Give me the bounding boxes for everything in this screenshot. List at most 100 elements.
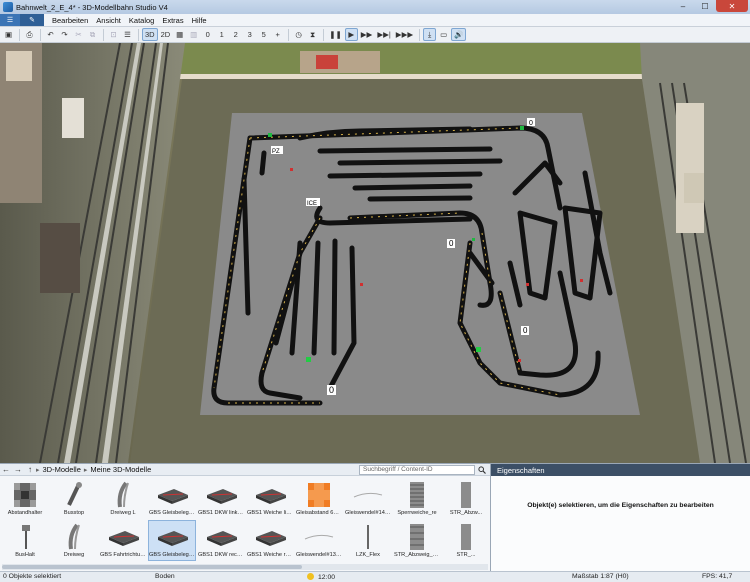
align-button[interactable]: ⊡ <box>107 28 120 41</box>
speed-3-button[interactable]: 3 <box>243 28 256 41</box>
right-house <box>684 173 704 203</box>
left-building-window <box>6 51 32 81</box>
menu-hilfe[interactable]: Hilfe <box>188 16 211 25</box>
speed-2-button[interactable]: 2 <box>229 28 242 41</box>
speed-5-button[interactable]: 5 <box>257 28 270 41</box>
layers-button[interactable]: ▥ <box>187 28 200 41</box>
distant-roof <box>316 55 338 69</box>
properties-message: Objekt(e) selektieren, um die Eigenschaf… <box>527 502 714 509</box>
gbs-plate-icon <box>250 523 290 551</box>
distant-buildings <box>300 51 380 73</box>
view-3d-button[interactable]: 3D <box>142 28 158 41</box>
catalog-item-label: BusHalt <box>15 552 35 558</box>
up-arrow-icon[interactable]: ↑ <box>24 465 36 474</box>
catalog-item[interactable]: Gleiswendel#143... <box>345 479 391 518</box>
timer-icon[interactable]: ⧗ <box>306 28 319 41</box>
undo-button[interactable]: ↶ <box>44 28 57 41</box>
catalog-item-label: STR_Abzw... <box>449 510 483 516</box>
print-button[interactable]: ⎙ <box>23 28 36 41</box>
save-button[interactable]: ▣ <box>2 28 15 41</box>
breadcrumb-meine-3d-modelle[interactable]: Meine 3D-Modelle <box>87 465 154 474</box>
edit-mode-button[interactable]: ✎ <box>20 14 44 26</box>
fastest-button[interactable]: ▶▶▶ <box>394 28 415 41</box>
back-arrow-icon[interactable]: ← <box>0 465 12 474</box>
catalog-item[interactable]: Gleisabstand 61,88 <box>296 479 342 518</box>
app-icon <box>3 2 13 12</box>
catalog-item[interactable]: GBS Fahrtrichtung <box>100 521 146 560</box>
label-zero: 0 <box>329 385 334 395</box>
play-button[interactable]: ▶ <box>344 28 358 41</box>
search-input[interactable]: Suchbegriff / Content-ID <box>359 464 475 475</box>
clock-icon[interactable]: ◷ <box>292 28 305 41</box>
speed-1-button[interactable]: 1 <box>215 28 228 41</box>
grid-button[interactable]: ▦ <box>173 28 186 41</box>
catalog-item[interactable]: Dreiweg <box>51 521 97 560</box>
copy-button[interactable]: ⧉ <box>86 28 99 41</box>
pause-button[interactable]: ❚❚ <box>327 28 344 41</box>
catalog-item[interactable]: Abstandhalter <box>2 479 48 518</box>
catalog-item[interactable]: BusHalt <box>2 521 48 560</box>
catalog-item[interactable]: Dreiweg L <box>100 479 146 518</box>
layout-scene[interactable]: PZ ICE 0 0 0 0 <box>0 43 750 463</box>
menu-bearbeiten[interactable]: Bearbeiten <box>48 16 92 25</box>
speed-0-button[interactable]: 0 <box>201 28 214 41</box>
status-bar: 0 Objekte selektiert Boden 12:00 Maßstab… <box>0 571 750 582</box>
3d-viewport[interactable]: PZ ICE 0 0 0 0 <box>0 43 750 463</box>
catalog-item[interactable]: LZK_Flex <box>345 521 391 560</box>
cut-button[interactable]: ✂ <box>72 28 85 41</box>
catalog-item[interactable]: Busstop <box>51 479 97 518</box>
catalog-item[interactable]: Sperrweiche_re <box>394 479 440 518</box>
ground-status: Boden <box>155 573 175 580</box>
curve-track-icon <box>103 481 143 509</box>
catalog-item[interactable]: GBS Gleisbelegu... <box>149 479 195 518</box>
catalog-item-label: LZK_Flex <box>356 552 380 558</box>
download-button[interactable]: ⤓ <box>423 28 437 41</box>
sound-button[interactable]: 🔊 <box>451 28 467 41</box>
app-menu-button[interactable]: ☰ <box>0 14 20 26</box>
maximize-button[interactable]: ☐ <box>694 0 716 12</box>
label-zero: 0 <box>529 120 533 127</box>
view-2d-button[interactable]: 2D <box>159 28 173 41</box>
label-zero: 0 <box>449 239 454 248</box>
menu-extras[interactable]: Extras <box>158 16 187 25</box>
orange-cross-icon <box>299 481 339 509</box>
catalog-item[interactable]: GBS1 Weiche lin... <box>247 479 293 518</box>
menu-katalog[interactable]: Katalog <box>125 16 158 25</box>
breadcrumb-3d-modelle[interactable]: 3D-Modelle <box>40 465 84 474</box>
faster-button[interactable]: ▶▶| <box>375 28 392 41</box>
helix-icon <box>299 523 339 551</box>
catalog-item-selected[interactable]: GBS Gleisbelegu... <box>148 520 196 561</box>
track-piece-icon <box>397 481 437 509</box>
catalog-item[interactable]: Gleiswendel#133... <box>296 521 342 560</box>
catalog-item[interactable]: STR_Abzweig_Li... <box>394 521 440 560</box>
catalog-item[interactable]: STR_Abzw... <box>443 479 489 518</box>
catalog-item[interactable]: STR_... <box>443 521 489 560</box>
catalog-item-label: Gleisabstand 61,88 <box>296 510 342 516</box>
catalog-scrollbar-thumb[interactable] <box>2 565 302 569</box>
panel-button[interactable]: ▭ <box>437 28 450 41</box>
track-piece-icon <box>446 481 486 509</box>
menu-ansicht[interactable]: Ansicht <box>92 16 125 25</box>
catalog-item-label: Gleiswendel#143... <box>345 510 391 516</box>
list-button[interactable]: ☰ <box>121 28 134 41</box>
gbs-plate-icon <box>152 523 192 551</box>
toolbar-separator <box>103 28 104 41</box>
catalog-item-label: Sperrweiche_re <box>397 510 437 516</box>
fast-forward-button[interactable]: ▶▶ <box>359 28 375 41</box>
add-button[interactable]: + <box>271 28 284 41</box>
minimize-button[interactable]: – <box>672 0 694 12</box>
close-button[interactable]: ✕ <box>716 0 748 12</box>
redo-button[interactable]: ↷ <box>58 28 71 41</box>
catalog-item-label: GBS1 DKW recht... <box>198 552 244 558</box>
label-zero: 0 <box>523 326 528 335</box>
search-icon[interactable] <box>477 465 487 475</box>
catalog-path-bar: ← → ↑ ▸ 3D-Modelle ▸ Meine 3D-Modelle Su… <box>0 464 490 476</box>
forward-arrow-icon[interactable]: → <box>12 465 24 474</box>
catalog-item[interactable]: GBS1 DKW recht... <box>198 521 244 560</box>
toolbar-separator <box>138 28 139 41</box>
toolbar-separator <box>323 28 325 41</box>
catalog-item[interactable]: GBS1 Weiche rech... <box>247 521 293 560</box>
catalog-item[interactable]: GBS1 DKW links ... <box>198 479 244 518</box>
catalog-scrollbar[interactable] <box>2 564 488 570</box>
pole-icon <box>348 523 388 551</box>
